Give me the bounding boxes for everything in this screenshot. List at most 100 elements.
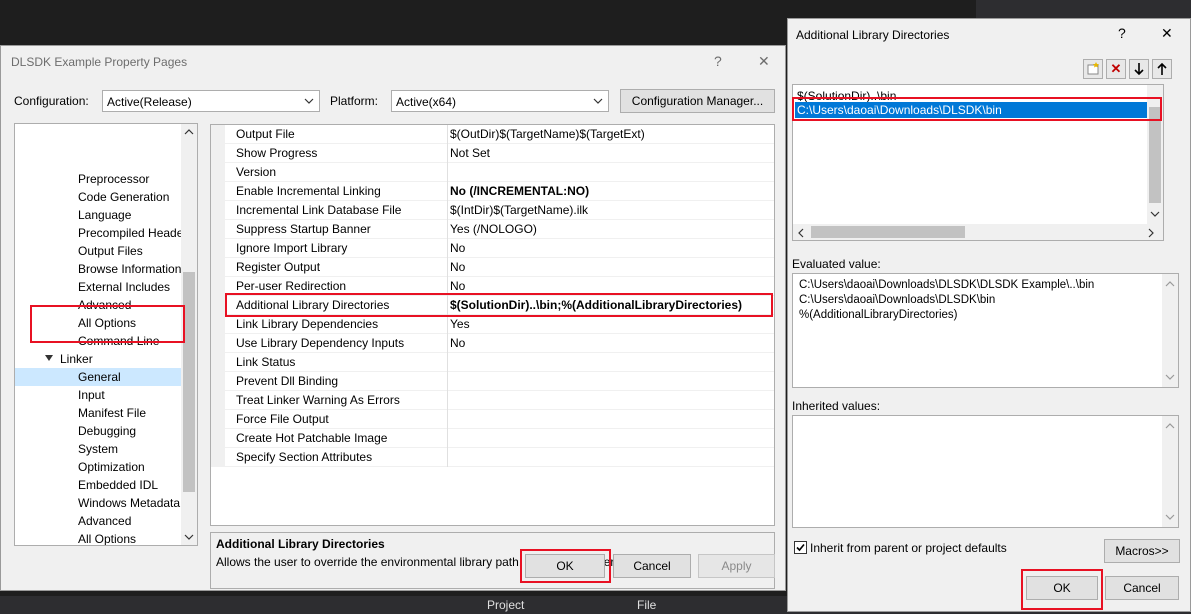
tree-item[interactable]: Manifest File — [78, 404, 146, 422]
property-row[interactable]: Register Output No — [211, 258, 774, 277]
property-value[interactable]: No — [450, 336, 465, 350]
property-row[interactable]: Prevent Dll Binding — [211, 372, 774, 391]
row-gutter — [211, 296, 225, 315]
property-value[interactable]: No — [450, 279, 465, 293]
cancel-button[interactable]: Cancel — [613, 554, 691, 578]
chevron-down-icon[interactable] — [1165, 374, 1175, 382]
file-menu[interactable]: File — [637, 598, 656, 612]
tree-item[interactable]: Linker — [60, 350, 93, 368]
property-row[interactable]: Use Library Dependency Inputs No — [211, 334, 774, 353]
tree-item[interactable]: External Includes — [78, 278, 170, 296]
tree-item[interactable]: Windows Metadata — [78, 494, 180, 512]
tree-item[interactable]: Language — [78, 206, 131, 224]
chevron-right-icon[interactable] — [1147, 228, 1155, 238]
column-divider — [447, 239, 448, 258]
property-value[interactable]: No (/INCREMENTAL:NO) — [450, 184, 589, 198]
scrollbar-thumb[interactable] — [811, 226, 965, 238]
highlight-linker-general — [30, 305, 185, 343]
tree-item[interactable]: Precompiled Heade — [78, 224, 183, 242]
inherit-checkbox-label[interactable]: Inherit from parent or project defaults — [810, 541, 1007, 555]
apply-button[interactable]: Apply — [698, 554, 775, 578]
property-row[interactable]: Treat Linker Warning As Errors — [211, 391, 774, 410]
inherited-scrollbar[interactable] — [1162, 416, 1178, 527]
checkmark-icon — [796, 543, 805, 552]
tree-item[interactable]: Advanced — [78, 512, 131, 530]
tree-item[interactable]: Browse Information — [78, 260, 181, 278]
scrollbar-thumb[interactable] — [1149, 107, 1161, 203]
property-name: Register Output — [236, 260, 321, 274]
property-value[interactable]: Not Set — [450, 146, 490, 160]
expand-triangle-icon[interactable] — [45, 355, 53, 361]
property-value[interactable]: No — [450, 260, 465, 274]
property-row[interactable]: Specify Section Attributes — [211, 448, 774, 467]
platform-value: Active(x64) — [396, 95, 457, 109]
library-directories-dialog: Additional Library Directories ? ✕ ✕ $(S… — [787, 18, 1191, 612]
row-gutter — [211, 315, 225, 334]
chevron-down-icon — [304, 98, 314, 104]
property-value[interactable]: $(IntDir)$(TargetName).ilk — [450, 203, 588, 217]
new-line-icon[interactable] — [1083, 59, 1103, 79]
help-button[interactable]: ? — [714, 53, 722, 69]
tree-item[interactable]: Code Generation — [78, 188, 169, 206]
column-divider — [447, 315, 448, 334]
property-row[interactable]: Create Hot Patchable Image — [211, 429, 774, 448]
property-value[interactable]: No — [450, 241, 465, 255]
list-hscrollbar[interactable] — [793, 224, 1163, 240]
inherit-checkbox[interactable] — [794, 541, 807, 554]
tree-item[interactable]: System — [78, 440, 118, 458]
property-row[interactable]: Output File $(OutDir)$(TargetName)$(Targe… — [211, 125, 774, 144]
column-divider — [447, 125, 448, 144]
row-gutter — [211, 239, 225, 258]
configuration-manager-button[interactable]: Configuration Manager... — [620, 89, 775, 113]
property-row[interactable]: Force File Output — [211, 410, 774, 429]
arrow-down-icon[interactable] — [1129, 59, 1149, 79]
tree-item[interactable]: Debugging — [78, 422, 136, 440]
evaluated-scrollbar[interactable] — [1162, 274, 1178, 387]
column-divider — [447, 163, 448, 182]
property-row[interactable]: Ignore Import Library No — [211, 239, 774, 258]
property-row[interactable]: Version — [211, 163, 774, 182]
arrow-up-icon[interactable] — [1152, 59, 1172, 79]
property-row[interactable]: Enable Incremental Linking No (/INCREMENT… — [211, 182, 774, 201]
chevron-down-icon[interactable] — [1165, 514, 1175, 522]
configuration-select[interactable]: Active(Release) — [102, 90, 320, 112]
description-title: Additional Library Directories — [216, 537, 385, 551]
tree-item[interactable]: General — [78, 368, 121, 386]
tree-item[interactable]: All Options — [78, 530, 136, 545]
property-name: Create Hot Patchable Image — [236, 431, 388, 445]
property-name: Per-user Redirection — [236, 279, 347, 293]
tree-item[interactable]: Preprocessor — [78, 170, 149, 188]
chevron-down-icon[interactable] — [1150, 211, 1160, 219]
property-name: Prevent Dll Binding — [236, 374, 339, 388]
property-value[interactable]: $(OutDir)$(TargetName)$(TargetExt) — [450, 127, 645, 141]
chevron-up-icon[interactable] — [1165, 421, 1175, 429]
chevron-down-icon[interactable] — [184, 534, 194, 542]
platform-select[interactable]: Active(x64) — [391, 90, 609, 112]
chevron-up-icon[interactable] — [184, 127, 194, 135]
chevron-left-icon[interactable] — [797, 228, 805, 238]
tree-item[interactable]: Optimization — [78, 458, 145, 476]
property-value[interactable]: Yes (/NOLOGO) — [450, 222, 537, 236]
highlight-additional-lib-dirs — [225, 293, 773, 317]
property-row[interactable]: Show Progress Not Set — [211, 144, 774, 163]
property-name: Output File — [236, 127, 295, 141]
chevron-up-icon[interactable] — [1165, 279, 1175, 287]
help-button[interactable]: ? — [1118, 25, 1126, 41]
property-row[interactable]: Suppress Startup Banner Yes (/NOLOGO) — [211, 220, 774, 239]
delete-icon[interactable]: ✕ — [1106, 59, 1126, 79]
column-divider — [447, 391, 448, 410]
tree-item[interactable]: Embedded IDL — [78, 476, 158, 494]
project-menu[interactable]: Project — [487, 598, 524, 612]
cancel-button[interactable]: Cancel — [1105, 576, 1179, 600]
property-name: Show Progress — [236, 146, 318, 160]
property-row[interactable]: Link Status — [211, 353, 774, 372]
close-button[interactable]: ✕ — [758, 53, 770, 70]
property-value[interactable]: Yes — [450, 317, 470, 331]
property-row[interactable]: Link Library Dependencies Yes — [211, 315, 774, 334]
evaluated-value-box: C:\Users\daoai\Downloads\DLSDK\DLSDK Exa… — [792, 273, 1179, 388]
property-row[interactable]: Incremental Link Database File $(IntDir)$… — [211, 201, 774, 220]
close-button[interactable]: ✕ — [1161, 25, 1173, 42]
tree-item[interactable]: Input — [78, 386, 105, 404]
tree-item[interactable]: Output Files — [78, 242, 143, 260]
macros-button[interactable]: Macros>> — [1104, 539, 1180, 563]
